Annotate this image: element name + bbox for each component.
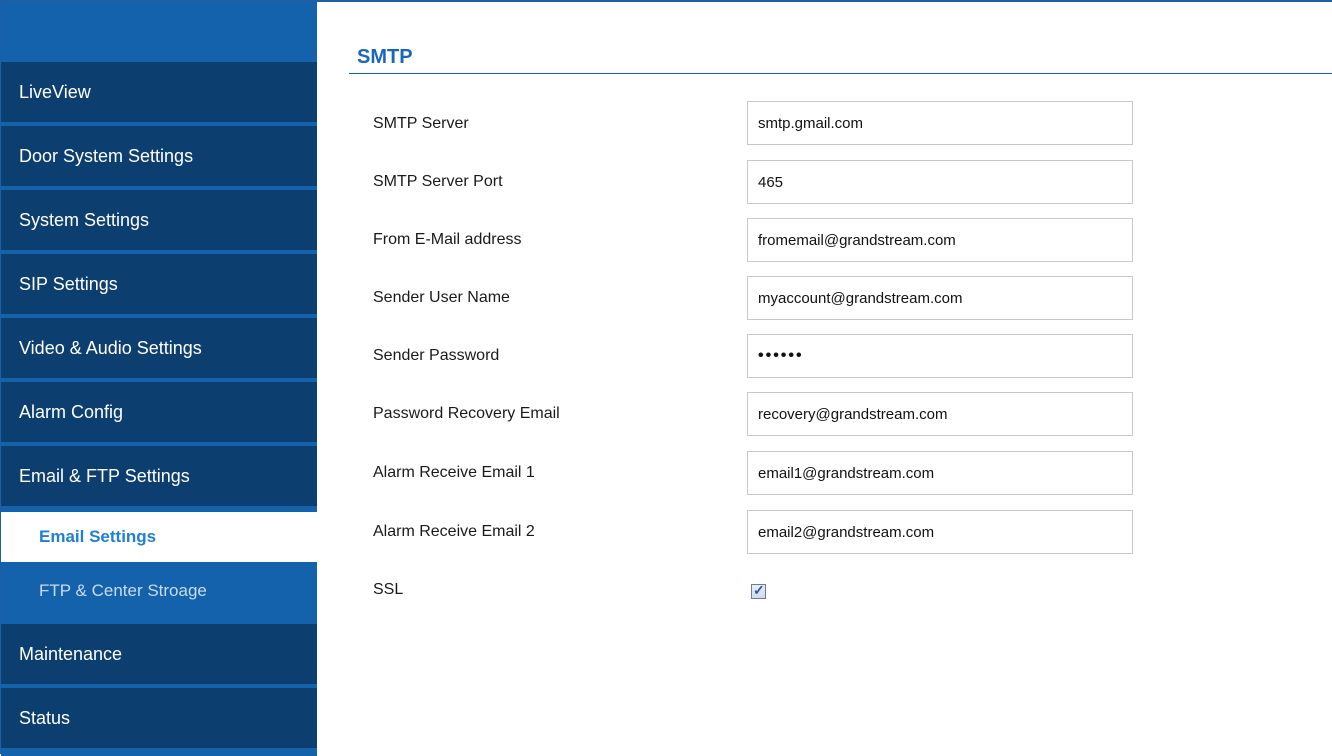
alarm-receive-email-2-input[interactable] [747,510,1133,554]
app-frame: LiveView Door System Settings System Set… [0,0,1332,756]
password-recovery-email-input[interactable] [747,392,1133,436]
smtp-server-port-label: SMTP Server Port [373,173,503,190]
alarm-receive-email-1-label: Alarm Receive Email 1 [373,464,535,481]
sidebar-item-video-audio-settings[interactable]: Video & Audio Settings [1,318,317,382]
sidebar-item-door-system-settings[interactable]: Door System Settings [1,126,317,190]
from-email-label: From E-Mail address [373,231,522,248]
sidebar: LiveView Door System Settings System Set… [1,2,317,756]
smtp-server-input[interactable] [747,101,1133,145]
sidebar-item-system-settings[interactable]: System Settings [1,190,317,254]
ssl-checkbox[interactable]: ✓ [751,582,766,599]
password-recovery-email-label: Password Recovery Email [373,405,560,422]
ssl-label: SSL [373,581,404,598]
sidebar-subitem-email-settings[interactable]: Email Settings [1,512,317,562]
section-title: SMTP [357,46,413,68]
sender-user-name-input[interactable] [747,276,1133,320]
from-email-input[interactable] [747,218,1133,262]
sidebar-item-alarm-config[interactable]: Alarm Config [1,382,317,446]
sidebar-item-liveview[interactable]: LiveView [1,62,317,126]
checkmark-icon: ✓ [753,582,765,598]
sender-password-label: Sender Password [373,347,500,364]
smtp-server-label: SMTP Server [373,115,469,132]
alarm-receive-email-2-label: Alarm Receive Email 2 [373,523,535,540]
alarm-receive-email-1-input[interactable] [747,451,1133,495]
sender-password-input[interactable] [747,334,1133,378]
sidebar-item-status[interactable]: Status [1,688,317,752]
smtp-server-port-input[interactable] [747,160,1133,204]
sidebar-item-email-ftp-settings[interactable]: Email & FTP Settings [1,446,317,510]
sidebar-item-maintenance[interactable]: Maintenance [1,624,317,688]
section-divider [349,73,1332,74]
sidebar-subitem-ftp-center-storage[interactable]: FTP & Center Stroage [1,566,317,616]
sidebar-item-sip-settings[interactable]: SIP Settings [1,254,317,318]
sender-user-name-label: Sender User Name [373,289,510,306]
